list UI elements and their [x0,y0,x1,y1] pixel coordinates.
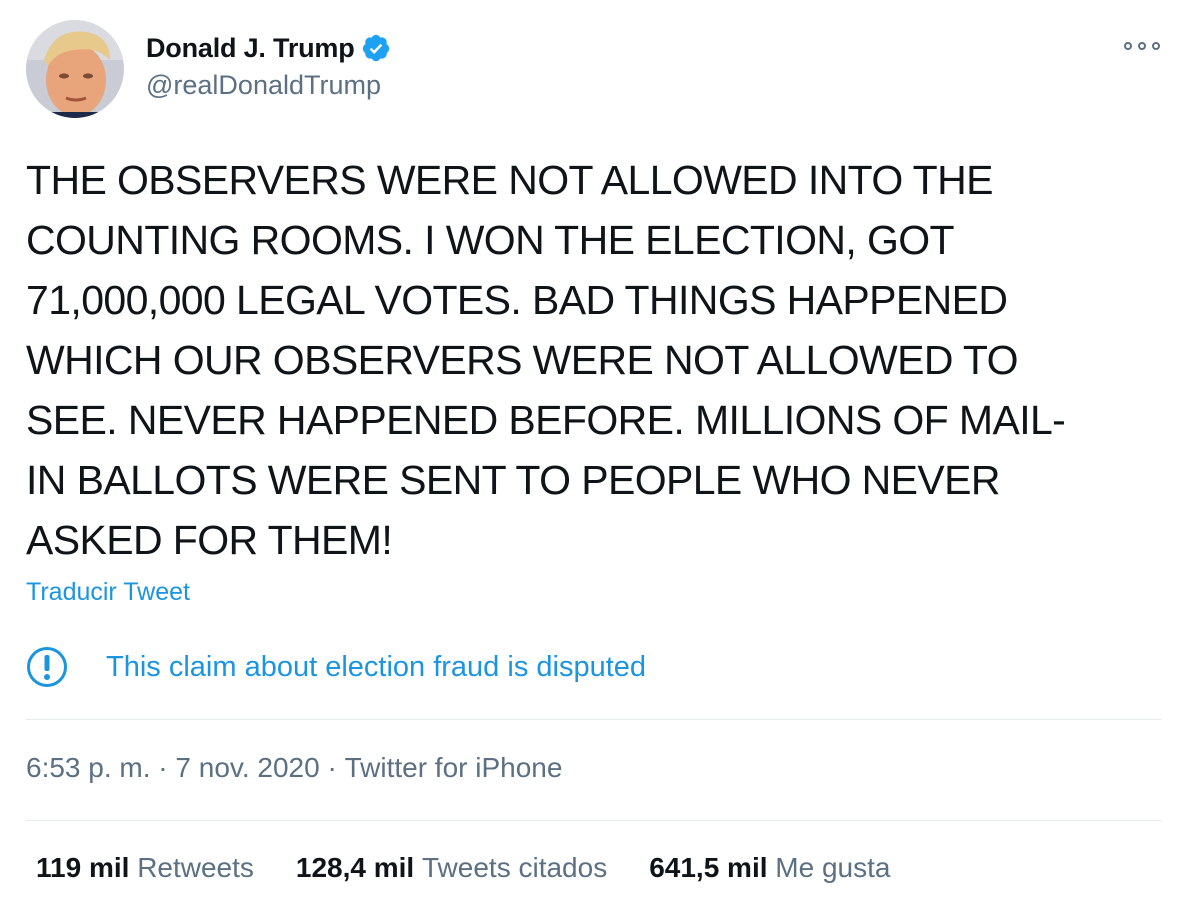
retweets-count: 119 mil [36,852,130,883]
divider [26,719,1162,720]
tweet-source[interactable]: Twitter for iPhone [345,752,563,784]
likes-count: 641,5 mil [649,852,768,883]
meta-separator: · [319,752,345,783]
author-name-row: Donald J. Trump [146,30,391,66]
disputed-claim-notice[interactable]: This claim about election fraud is dispu… [26,646,646,688]
likes-stat[interactable]: 641,5 mil Me gusta [649,852,890,884]
tweet-card: Donald J. Trump @realDonaldTrump THE OBS… [0,0,1184,906]
tweet-text: THE OBSERVERS WERE NOT ALLOWED INTO THE … [26,150,1156,570]
translate-tweet-link[interactable]: Traducir Tweet [26,578,190,607]
tweet-time[interactable]: 6:53 p. m. [26,752,151,784]
user-handle[interactable]: @realDonaldTrump [146,70,381,101]
tweet-date[interactable]: 7 nov. 2020 [175,752,319,784]
tweet-text-line: COUNTING ROOMS. I WON THE ELECTION, GOT [26,217,955,263]
tweet-text-line: SEE. NEVER HAPPENED BEFORE. MILLIONS OF … [26,397,1066,443]
tweet-text-line: 71,000,000 LEGAL VOTES. BAD THINGS HAPPE… [26,277,1008,323]
avatar[interactable] [26,20,124,118]
divider [26,820,1162,821]
tweet-text-line: THE OBSERVERS WERE NOT ALLOWED INTO THE [26,157,993,203]
more-dot [1138,42,1146,50]
retweets-stat[interactable]: 119 mil Retweets [36,852,254,884]
quote-tweets-label: Tweets citados [422,852,608,883]
more-options-icon[interactable] [1124,36,1160,56]
retweets-label: Retweets [137,852,254,883]
verified-badge-icon [362,34,389,62]
engagement-stats: 119 mil Retweets 128,4 mil Tweets citado… [36,852,932,884]
tweet-text-line: IN BALLOTS WERE SENT TO PEOPLE WHO NEVER [26,457,1001,503]
likes-label: Me gusta [775,852,891,883]
exclamation-circle-icon [27,647,67,687]
tweet-text-line: ASKED FOR THEM! [26,517,393,563]
disputed-claim-text: This claim about election fraud is dispu… [106,650,647,683]
avatar-image [26,20,124,118]
quote-tweets-count: 128,4 mil [295,852,415,883]
display-name[interactable]: Donald J. Trump [146,33,355,64]
quote-tweets-stat[interactable]: 128,4 mil Tweets citados [296,852,607,884]
meta-separator: · [150,752,176,783]
tweet-text-line: WHICH OUR OBSERVERS WERE NOT ALLOWED TO [26,337,1019,383]
more-dot [1152,42,1160,50]
tweet-meta: 6:53 p. m. · 7 nov. 2020 · Twitter for i… [26,752,562,784]
more-dot [1124,42,1132,50]
